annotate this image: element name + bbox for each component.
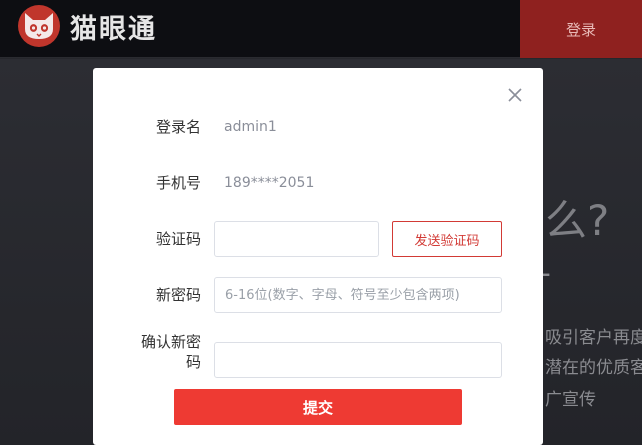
close-icon[interactable] [503, 83, 527, 107]
verification-code-input[interactable] [214, 221, 379, 257]
brand-logo[interactable]: 猫眼通 [18, 4, 157, 48]
new-password-label: 新密码 [155, 286, 201, 304]
login-button[interactable]: 登录 [520, 0, 642, 58]
verification-code-label: 验证码 [155, 230, 201, 248]
submit-button[interactable]: 提交 [174, 389, 462, 425]
username-value: admin1 [224, 119, 277, 135]
background-text-line: 潜在的优质客 [545, 358, 642, 378]
reset-password-modal: 登录名 admin1 手机号 189****2051 验证码 发送验证码 新密码… [93, 68, 543, 445]
brand-name: 猫眼通 [70, 13, 157, 45]
confirm-password-input[interactable] [214, 342, 502, 378]
new-password-input[interactable] [214, 277, 502, 313]
phone-value: 189****2051 [224, 175, 315, 191]
cat-logo-icon [18, 5, 60, 47]
username-label: 登录名 [155, 118, 201, 136]
confirm-password-label-line2: 码 [185, 353, 201, 371]
background-text-line: 吸引客户再度 [545, 328, 642, 348]
send-code-button[interactable]: 发送验证码 [392, 221, 502, 257]
confirm-password-label-line1: 确认新密 [140, 333, 201, 351]
background-heading: 么? [545, 196, 610, 245]
top-navbar: 猫眼通 登录 [0, 0, 642, 58]
background-text-line: 广宣传 [545, 390, 596, 410]
confirm-password-label: 确认新密 码 [93, 332, 201, 372]
phone-label: 手机号 [155, 174, 201, 192]
